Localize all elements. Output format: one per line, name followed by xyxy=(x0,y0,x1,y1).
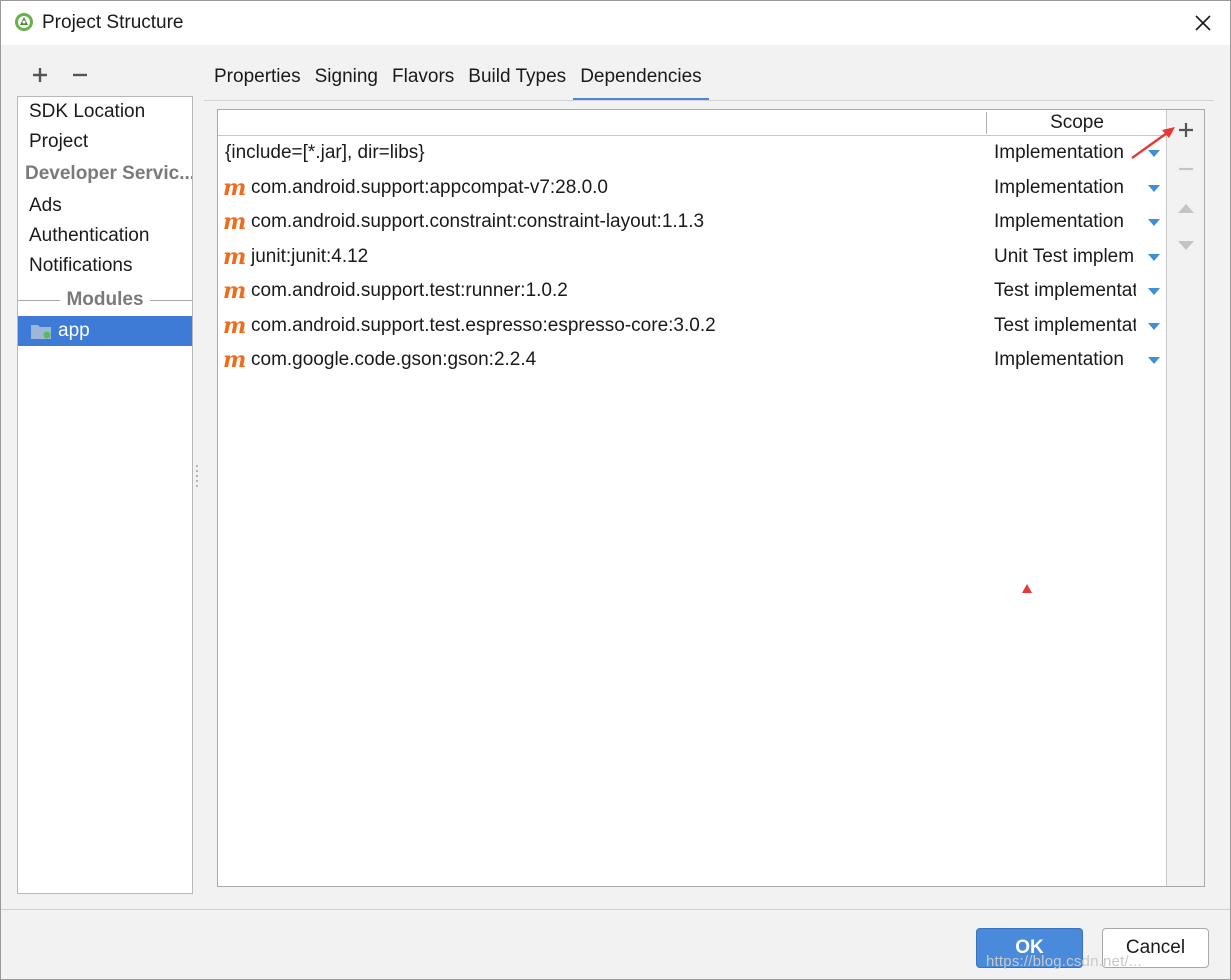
scope-value[interactable]: Unit Test implem... xyxy=(994,240,1136,274)
tab-signing[interactable]: Signing xyxy=(308,61,385,101)
remove-module-button[interactable] xyxy=(67,61,93,89)
tab-build-types[interactable]: Build Types xyxy=(461,61,573,101)
dependency-name: {include=[*.jar], dir=libs} xyxy=(225,142,425,163)
title-bar: Project Structure xyxy=(1,1,1230,45)
table-row[interactable]: m com.android.support.constraint:constra… xyxy=(218,205,1166,239)
project-structure-dialog: Project Structure SDK Location Project D… xyxy=(0,0,1231,980)
scope-value[interactable]: Implementation xyxy=(994,343,1136,377)
table-row[interactable]: m com.android.support.test:runner:1.0.2 … xyxy=(218,274,1166,308)
maven-library-icon: m xyxy=(223,175,247,201)
table-row[interactable]: {include=[*.jar], dir=libs} Implementati… xyxy=(218,136,1166,170)
table-row[interactable]: m junit:junit:4.12 Unit Test implem... xyxy=(218,240,1166,274)
scope-value[interactable]: Implementation xyxy=(994,205,1136,239)
sidebar-group-developer-services: Developer Servic... xyxy=(25,163,192,184)
scope-value[interactable]: Test implementat... xyxy=(994,274,1136,308)
tab-bar: Properties Signing Flavors Build Types D… xyxy=(207,61,710,101)
dependency-name: com.android.support.test:runner:1.0.2 xyxy=(251,280,568,301)
dependency-name: com.android.support:appcompat-v7:28.0.0 xyxy=(251,177,608,198)
add-module-button[interactable] xyxy=(27,61,53,89)
splitter-grip[interactable] xyxy=(195,463,201,487)
chevron-down-icon[interactable] xyxy=(1148,288,1160,295)
watermark: https://blog.csdn.net/... xyxy=(986,953,1142,970)
dependency-name: com.android.support.constraint:constrain… xyxy=(251,211,705,232)
annotation-arrow-icon xyxy=(1131,127,1175,159)
separator-line xyxy=(18,299,61,301)
move-up-button[interactable] xyxy=(1171,191,1201,225)
arrow-up-icon xyxy=(1178,204,1194,213)
module-folder-icon xyxy=(31,325,51,339)
maven-library-icon: m xyxy=(223,244,247,270)
scope-value[interactable]: Implementation xyxy=(994,136,1136,170)
separator-label: Modules xyxy=(66,289,144,310)
maven-library-icon: m xyxy=(223,313,247,339)
chevron-down-icon[interactable] xyxy=(1148,357,1160,364)
dependency-name: junit:junit:4.12 xyxy=(251,246,369,267)
sidebar-separator-modules: Modules xyxy=(18,285,192,315)
sidebar-item-ads[interactable]: Ads xyxy=(18,191,192,221)
window-title: Project Structure xyxy=(42,12,184,33)
tab-dependencies[interactable]: Dependencies xyxy=(573,61,710,101)
chevron-down-icon[interactable] xyxy=(1148,219,1160,226)
minus-icon xyxy=(1179,167,1193,171)
tab-properties[interactable]: Properties xyxy=(207,61,308,101)
footer-divider xyxy=(1,909,1230,910)
dependency-name: com.android.support.test.espresso:espres… xyxy=(251,315,716,336)
table-row[interactable]: m com.google.code.gson:gson:2.2.4 Implem… xyxy=(218,343,1166,377)
dependencies-table: Scope {include=[*.jar], dir=libs} Implem… xyxy=(217,109,1205,887)
separator-line xyxy=(149,299,192,301)
maven-library-icon: m xyxy=(223,347,247,373)
maven-library-icon: m xyxy=(223,278,247,304)
close-icon xyxy=(1195,15,1211,31)
plus-icon xyxy=(33,68,47,82)
tab-divider xyxy=(204,100,1214,101)
maven-library-icon: m xyxy=(223,209,247,235)
sidebar-item-project[interactable]: Project xyxy=(18,127,192,157)
column-divider[interactable] xyxy=(986,112,987,134)
close-button[interactable] xyxy=(1186,7,1220,39)
table-side-strip xyxy=(1166,110,1204,886)
dependency-name: com.google.code.gson:gson:2.2.4 xyxy=(251,349,537,370)
move-down-button[interactable] xyxy=(1171,229,1201,263)
plus-icon xyxy=(1179,123,1193,137)
tab-flavors[interactable]: Flavors xyxy=(385,61,461,101)
scope-value[interactable]: Test implementat... xyxy=(994,309,1136,343)
sidebar-item-label: app xyxy=(58,320,90,341)
android-studio-icon xyxy=(15,13,33,31)
chevron-down-icon[interactable] xyxy=(1148,323,1160,330)
minus-icon xyxy=(73,73,87,77)
sidebar-toolbar xyxy=(27,61,93,89)
sidebar-item-notifications[interactable]: Notifications xyxy=(18,251,192,281)
table-header: Scope xyxy=(218,110,1166,136)
chevron-down-icon[interactable] xyxy=(1148,254,1160,261)
scope-value[interactable]: Implementation xyxy=(994,171,1136,205)
table-row[interactable]: m com.android.support:appcompat-v7:28.0.… xyxy=(218,171,1166,205)
sidebar-item-sdk-location[interactable]: SDK Location xyxy=(18,97,192,127)
sidebar-item-authentication[interactable]: Authentication xyxy=(18,221,192,251)
chevron-down-icon[interactable] xyxy=(1148,185,1160,192)
sidebar-item-app[interactable]: app xyxy=(18,316,192,346)
table-row[interactable]: m com.android.support.test.espresso:espr… xyxy=(218,309,1166,343)
sidebar: SDK Location Project Developer Servic...… xyxy=(17,96,193,894)
annotation-marker-icon xyxy=(1022,584,1032,593)
arrow-down-icon xyxy=(1178,241,1194,250)
